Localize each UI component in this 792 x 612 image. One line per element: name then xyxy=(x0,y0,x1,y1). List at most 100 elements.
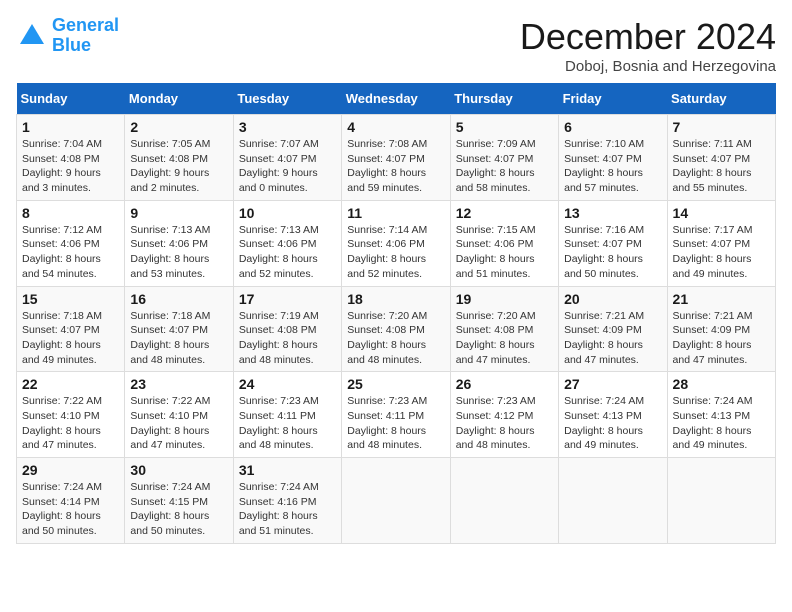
day-cell: 23 Sunrise: 7:22 AM Sunset: 4:10 PM Dayl… xyxy=(125,372,233,458)
day-info: Sunrise: 7:23 AM Sunset: 4:11 PM Dayligh… xyxy=(239,394,336,453)
day-info: Sunrise: 7:17 AM Sunset: 4:07 PM Dayligh… xyxy=(673,223,770,282)
week-row-2: 8 Sunrise: 7:12 AM Sunset: 4:06 PM Dayli… xyxy=(17,200,776,286)
day-number: 14 xyxy=(673,205,770,221)
day-cell xyxy=(559,458,667,544)
day-cell: 12 Sunrise: 7:15 AM Sunset: 4:06 PM Dayl… xyxy=(450,200,558,286)
day-info: Sunrise: 7:24 AM Sunset: 4:13 PM Dayligh… xyxy=(564,394,661,453)
day-info: Sunrise: 7:21 AM Sunset: 4:09 PM Dayligh… xyxy=(673,309,770,368)
week-row-3: 15 Sunrise: 7:18 AM Sunset: 4:07 PM Dayl… xyxy=(17,286,776,372)
day-cell: 20 Sunrise: 7:21 AM Sunset: 4:09 PM Dayl… xyxy=(559,286,667,372)
day-cell: 16 Sunrise: 7:18 AM Sunset: 4:07 PM Dayl… xyxy=(125,286,233,372)
day-number: 9 xyxy=(130,205,227,221)
logo-icon xyxy=(16,20,48,52)
day-info: Sunrise: 7:12 AM Sunset: 4:06 PM Dayligh… xyxy=(22,223,119,282)
day-info: Sunrise: 7:18 AM Sunset: 4:07 PM Dayligh… xyxy=(22,309,119,368)
logo-text: General Blue xyxy=(52,16,119,56)
day-info: Sunrise: 7:24 AM Sunset: 4:16 PM Dayligh… xyxy=(239,480,336,539)
header-cell-saturday: Saturday xyxy=(667,83,775,115)
day-cell: 7 Sunrise: 7:11 AM Sunset: 4:07 PM Dayli… xyxy=(667,115,775,201)
day-info: Sunrise: 7:10 AM Sunset: 4:07 PM Dayligh… xyxy=(564,137,661,196)
day-number: 26 xyxy=(456,376,553,392)
day-info: Sunrise: 7:09 AM Sunset: 4:07 PM Dayligh… xyxy=(456,137,553,196)
day-info: Sunrise: 7:21 AM Sunset: 4:09 PM Dayligh… xyxy=(564,309,661,368)
day-info: Sunrise: 7:20 AM Sunset: 4:08 PM Dayligh… xyxy=(347,309,444,368)
header-cell-friday: Friday xyxy=(559,83,667,115)
day-cell: 25 Sunrise: 7:23 AM Sunset: 4:11 PM Dayl… xyxy=(342,372,450,458)
day-cell: 9 Sunrise: 7:13 AM Sunset: 4:06 PM Dayli… xyxy=(125,200,233,286)
location: Doboj, Bosnia and Herzegovina xyxy=(520,58,776,75)
day-number: 17 xyxy=(239,291,336,307)
day-number: 12 xyxy=(456,205,553,221)
day-info: Sunrise: 7:14 AM Sunset: 4:06 PM Dayligh… xyxy=(347,223,444,282)
day-number: 10 xyxy=(239,205,336,221)
day-info: Sunrise: 7:04 AM Sunset: 4:08 PM Dayligh… xyxy=(22,137,119,196)
day-number: 11 xyxy=(347,205,444,221)
day-number: 16 xyxy=(130,291,227,307)
day-number: 30 xyxy=(130,462,227,478)
day-number: 2 xyxy=(130,119,227,135)
day-info: Sunrise: 7:22 AM Sunset: 4:10 PM Dayligh… xyxy=(22,394,119,453)
day-cell xyxy=(450,458,558,544)
day-cell: 21 Sunrise: 7:21 AM Sunset: 4:09 PM Dayl… xyxy=(667,286,775,372)
logo: General Blue xyxy=(16,16,119,56)
day-info: Sunrise: 7:18 AM Sunset: 4:07 PM Dayligh… xyxy=(130,309,227,368)
day-number: 27 xyxy=(564,376,661,392)
day-number: 19 xyxy=(456,291,553,307)
day-number: 5 xyxy=(456,119,553,135)
day-cell: 6 Sunrise: 7:10 AM Sunset: 4:07 PM Dayli… xyxy=(559,115,667,201)
day-number: 23 xyxy=(130,376,227,392)
header-row: SundayMondayTuesdayWednesdayThursdayFrid… xyxy=(17,83,776,115)
day-number: 15 xyxy=(22,291,119,307)
day-cell: 30 Sunrise: 7:24 AM Sunset: 4:15 PM Dayl… xyxy=(125,458,233,544)
page-header: General Blue December 2024 Doboj, Bosnia… xyxy=(16,16,776,75)
day-number: 3 xyxy=(239,119,336,135)
day-number: 8 xyxy=(22,205,119,221)
day-number: 18 xyxy=(347,291,444,307)
day-number: 6 xyxy=(564,119,661,135)
day-cell: 17 Sunrise: 7:19 AM Sunset: 4:08 PM Dayl… xyxy=(233,286,341,372)
header-cell-thursday: Thursday xyxy=(450,83,558,115)
day-info: Sunrise: 7:24 AM Sunset: 4:14 PM Dayligh… xyxy=(22,480,119,539)
day-info: Sunrise: 7:08 AM Sunset: 4:07 PM Dayligh… xyxy=(347,137,444,196)
day-cell xyxy=(667,458,775,544)
day-cell xyxy=(342,458,450,544)
day-cell: 5 Sunrise: 7:09 AM Sunset: 4:07 PM Dayli… xyxy=(450,115,558,201)
day-info: Sunrise: 7:16 AM Sunset: 4:07 PM Dayligh… xyxy=(564,223,661,282)
day-cell: 11 Sunrise: 7:14 AM Sunset: 4:06 PM Dayl… xyxy=(342,200,450,286)
header-cell-wednesday: Wednesday xyxy=(342,83,450,115)
day-info: Sunrise: 7:24 AM Sunset: 4:15 PM Dayligh… xyxy=(130,480,227,539)
day-cell: 10 Sunrise: 7:13 AM Sunset: 4:06 PM Dayl… xyxy=(233,200,341,286)
day-cell: 24 Sunrise: 7:23 AM Sunset: 4:11 PM Dayl… xyxy=(233,372,341,458)
header-cell-tuesday: Tuesday xyxy=(233,83,341,115)
day-info: Sunrise: 7:19 AM Sunset: 4:08 PM Dayligh… xyxy=(239,309,336,368)
month-title: December 2024 xyxy=(520,16,776,58)
week-row-5: 29 Sunrise: 7:24 AM Sunset: 4:14 PM Dayl… xyxy=(17,458,776,544)
day-cell: 28 Sunrise: 7:24 AM Sunset: 4:13 PM Dayl… xyxy=(667,372,775,458)
day-info: Sunrise: 7:22 AM Sunset: 4:10 PM Dayligh… xyxy=(130,394,227,453)
day-number: 13 xyxy=(564,205,661,221)
day-number: 21 xyxy=(673,291,770,307)
day-cell: 26 Sunrise: 7:23 AM Sunset: 4:12 PM Dayl… xyxy=(450,372,558,458)
day-number: 22 xyxy=(22,376,119,392)
day-number: 24 xyxy=(239,376,336,392)
day-number: 7 xyxy=(673,119,770,135)
week-row-4: 22 Sunrise: 7:22 AM Sunset: 4:10 PM Dayl… xyxy=(17,372,776,458)
day-info: Sunrise: 7:05 AM Sunset: 4:08 PM Dayligh… xyxy=(130,137,227,196)
day-cell: 31 Sunrise: 7:24 AM Sunset: 4:16 PM Dayl… xyxy=(233,458,341,544)
day-info: Sunrise: 7:13 AM Sunset: 4:06 PM Dayligh… xyxy=(239,223,336,282)
day-cell: 2 Sunrise: 7:05 AM Sunset: 4:08 PM Dayli… xyxy=(125,115,233,201)
day-number: 28 xyxy=(673,376,770,392)
day-cell: 8 Sunrise: 7:12 AM Sunset: 4:06 PM Dayli… xyxy=(17,200,125,286)
day-number: 25 xyxy=(347,376,444,392)
day-cell: 13 Sunrise: 7:16 AM Sunset: 4:07 PM Dayl… xyxy=(559,200,667,286)
day-cell: 27 Sunrise: 7:24 AM Sunset: 4:13 PM Dayl… xyxy=(559,372,667,458)
day-cell: 22 Sunrise: 7:22 AM Sunset: 4:10 PM Dayl… xyxy=(17,372,125,458)
day-number: 20 xyxy=(564,291,661,307)
day-number: 4 xyxy=(347,119,444,135)
day-info: Sunrise: 7:13 AM Sunset: 4:06 PM Dayligh… xyxy=(130,223,227,282)
day-cell: 18 Sunrise: 7:20 AM Sunset: 4:08 PM Dayl… xyxy=(342,286,450,372)
day-info: Sunrise: 7:23 AM Sunset: 4:11 PM Dayligh… xyxy=(347,394,444,453)
day-cell: 14 Sunrise: 7:17 AM Sunset: 4:07 PM Dayl… xyxy=(667,200,775,286)
title-block: December 2024 Doboj, Bosnia and Herzegov… xyxy=(520,16,776,75)
day-info: Sunrise: 7:15 AM Sunset: 4:06 PM Dayligh… xyxy=(456,223,553,282)
